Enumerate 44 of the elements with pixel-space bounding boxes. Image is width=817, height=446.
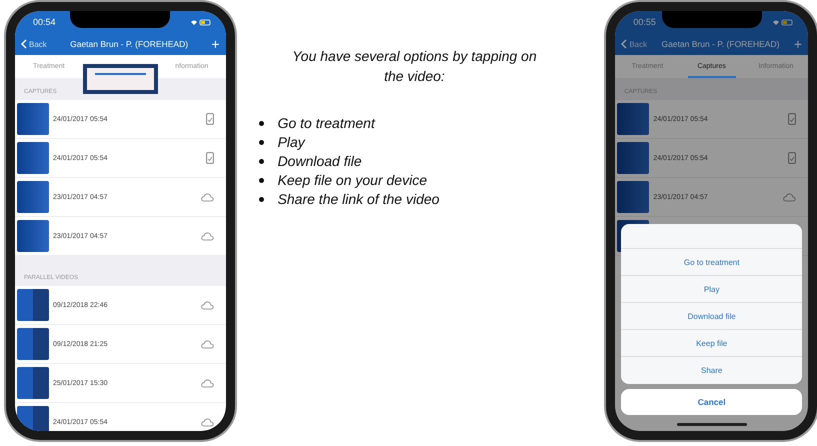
selected-indicator xyxy=(94,73,146,75)
option-text: Go to treatment xyxy=(278,114,375,133)
cancel-button[interactable]: Cancel xyxy=(621,389,802,415)
photo-placeholder xyxy=(617,142,650,174)
bullet-icon xyxy=(258,140,264,145)
bullet-icon xyxy=(258,121,264,126)
option-text: Play xyxy=(278,133,305,152)
action-button[interactable]: Go to treatment xyxy=(621,249,802,276)
photo-placeholder xyxy=(617,103,650,135)
photo-placeholder xyxy=(17,181,49,213)
bullet-icon xyxy=(258,159,264,164)
bullet-icon xyxy=(258,178,264,183)
action-button[interactable]: Keep file xyxy=(621,330,802,357)
photo-placeholder xyxy=(17,289,49,321)
option-text: Keep file on your device xyxy=(278,171,427,190)
add-button[interactable]: + xyxy=(794,37,802,51)
action-button[interactable]: Play xyxy=(621,276,802,303)
photo-placeholder xyxy=(17,103,49,135)
status-icons xyxy=(190,18,212,26)
selected-indicator xyxy=(688,76,736,78)
back-button[interactable]: Back xyxy=(621,39,648,49)
photo-placeholder xyxy=(17,328,49,360)
option-text: Share the link of the video xyxy=(278,190,440,209)
bullet-icon xyxy=(258,197,264,202)
tab[interactable] xyxy=(82,64,158,94)
action-button[interactable]: Download file xyxy=(621,303,802,330)
home-indicator xyxy=(676,423,747,426)
status-icons xyxy=(772,18,794,26)
photo-placeholder xyxy=(17,367,49,399)
photo-placeholder xyxy=(17,142,49,174)
photo-placeholder xyxy=(17,220,49,252)
nav-title: Gaetan Brun - P. (FOREHEAD) xyxy=(660,39,780,49)
nav-title: Gaetan Brun - P. (FOREHEAD) xyxy=(69,39,190,49)
instruction-text: You have several options by tapping on the video: xyxy=(291,47,538,86)
option-text: Download file xyxy=(278,152,362,171)
photo-placeholder xyxy=(17,406,49,431)
chevron-icon xyxy=(621,39,628,49)
add-button[interactable]: + xyxy=(211,37,220,51)
photo-placeholder xyxy=(617,181,650,213)
back-button[interactable]: Back xyxy=(21,39,47,49)
status-time: 00:54 xyxy=(33,17,56,27)
chevron-icon xyxy=(21,39,27,49)
status-time: 00:55 xyxy=(633,17,656,27)
action-button[interactable]: Share xyxy=(621,357,802,384)
